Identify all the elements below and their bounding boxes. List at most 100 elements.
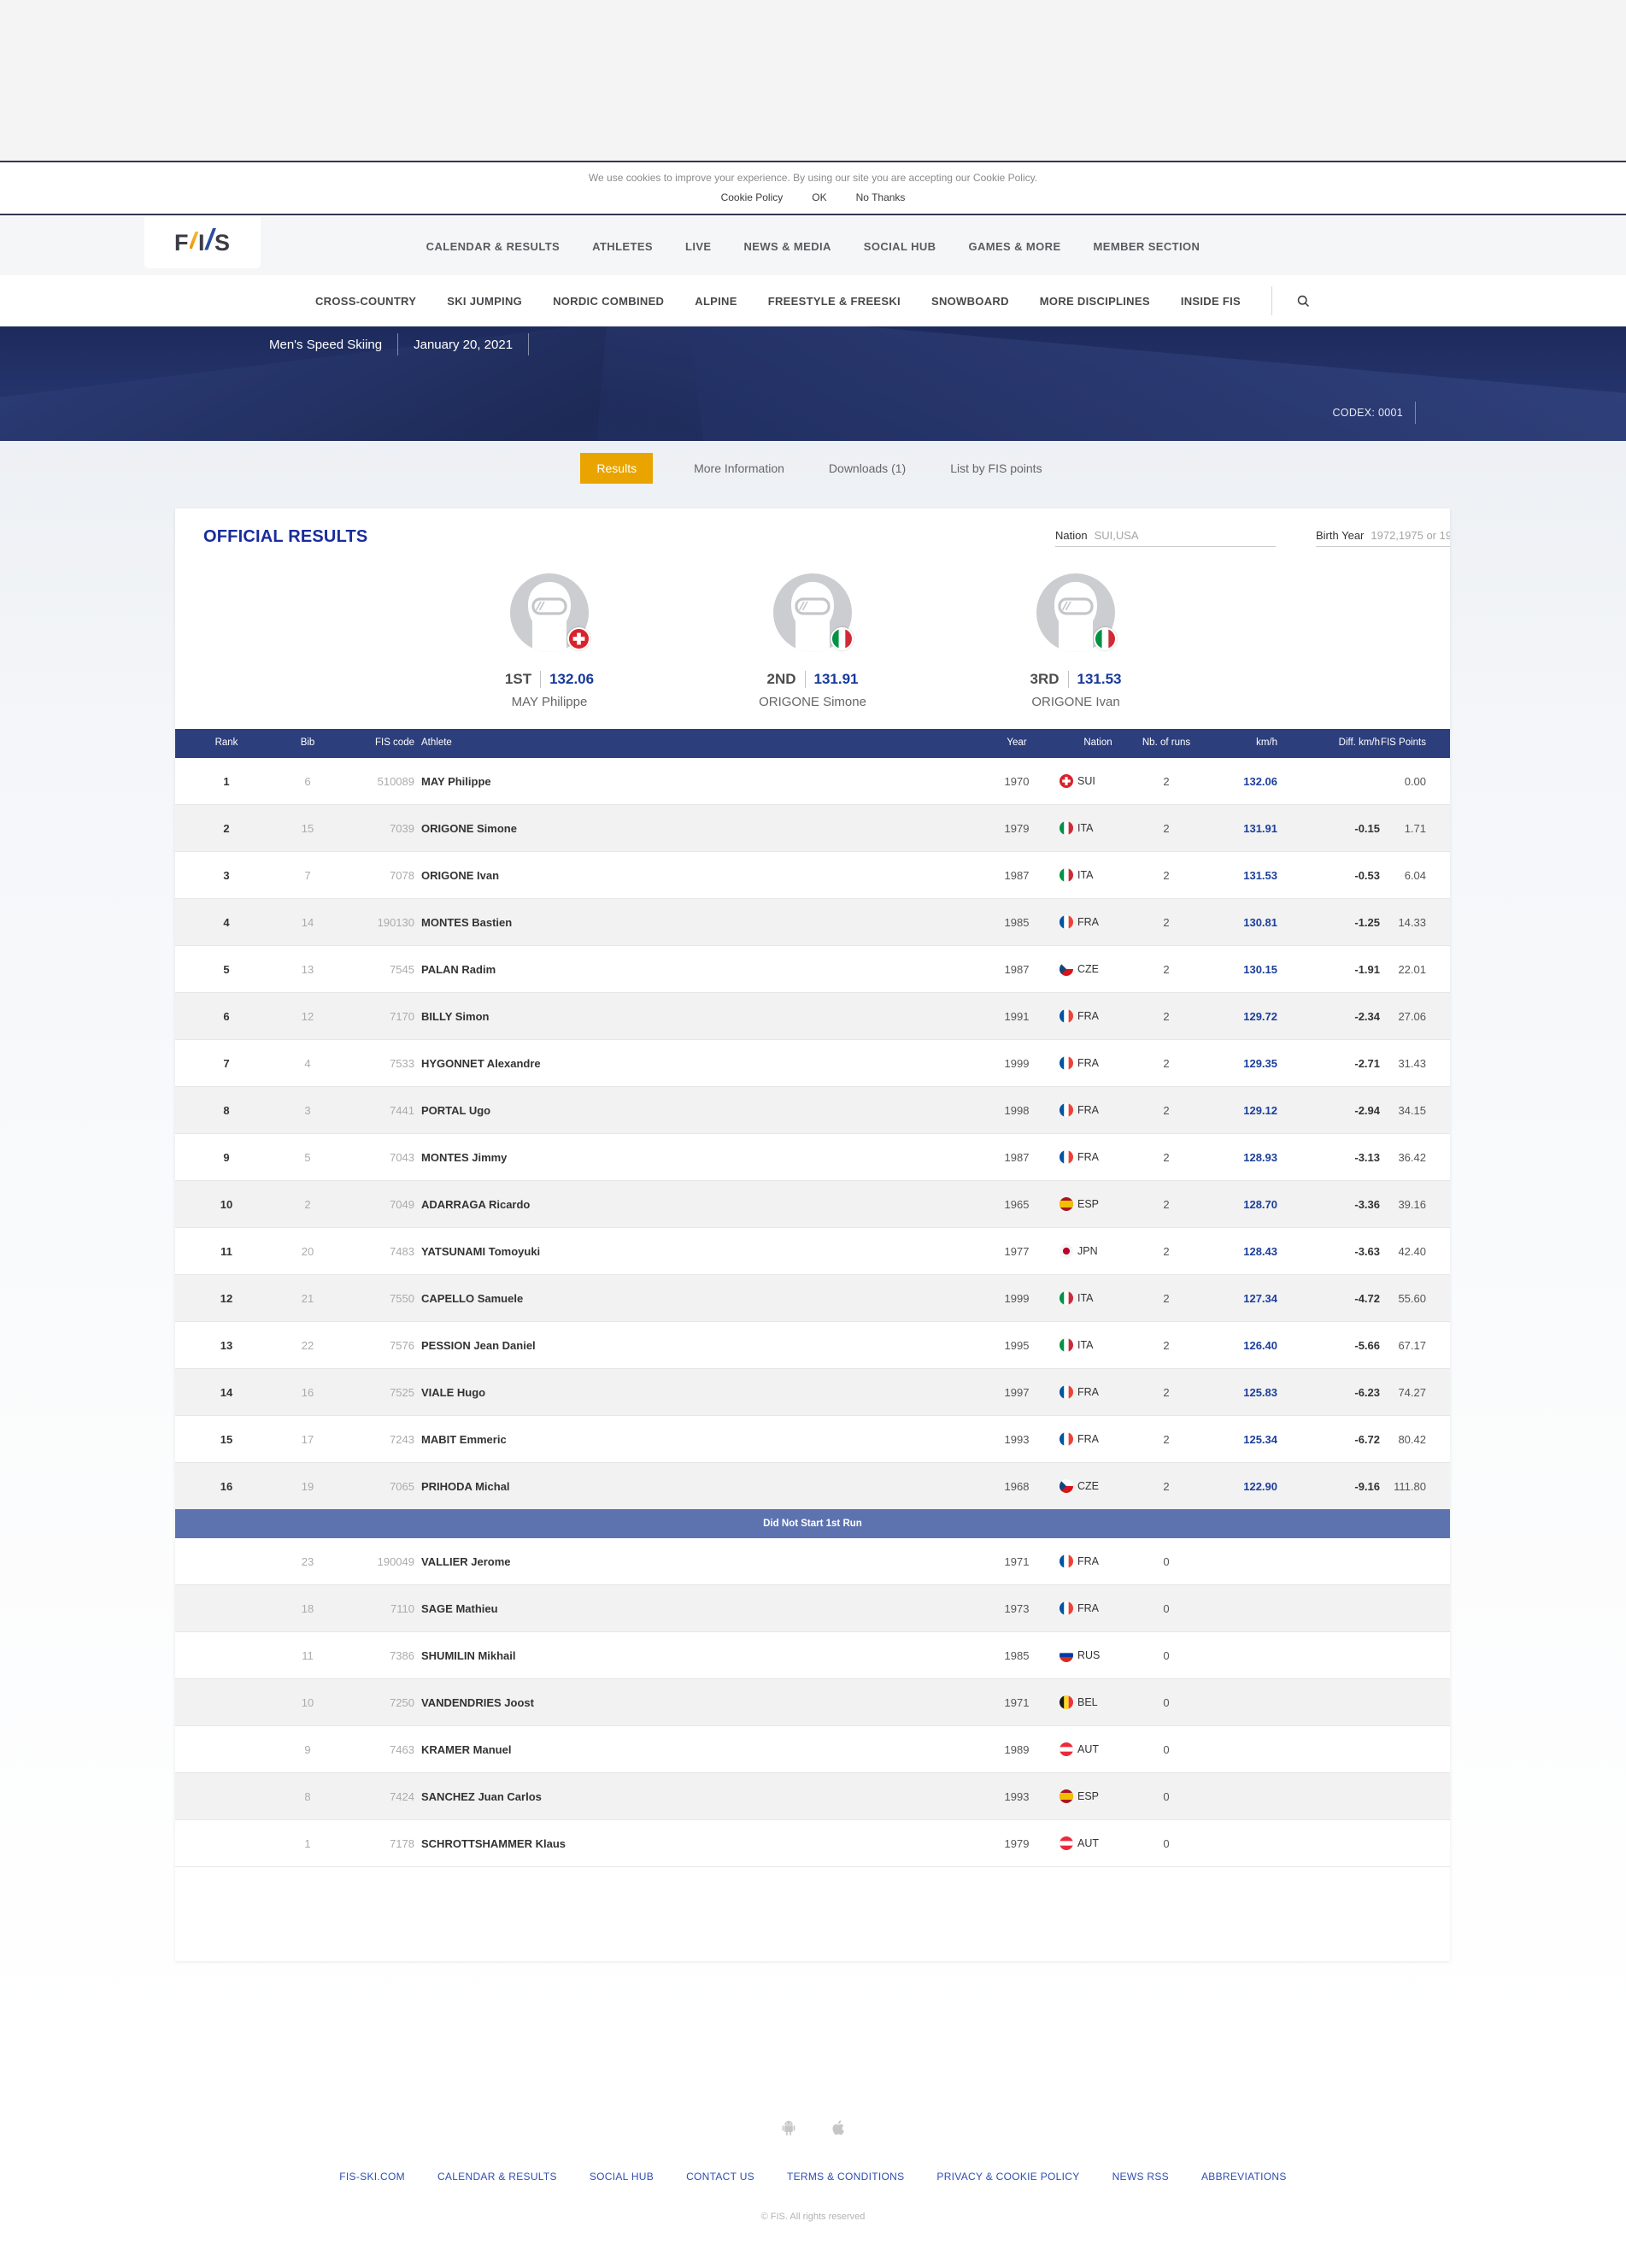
- nav-item-live[interactable]: LIVE: [685, 240, 712, 253]
- athlete-link[interactable]: SANCHEZ Juan Carlos: [414, 1790, 978, 1803]
- nav-item-athletes[interactable]: ATHLETES: [592, 240, 653, 253]
- footer-link-contact-us[interactable]: CONTACT US: [686, 2171, 754, 2183]
- flag-ita-icon: [1094, 627, 1117, 650]
- athlete-link[interactable]: ORIGONE Simone: [414, 822, 978, 835]
- cookie-link-ok[interactable]: OK: [812, 191, 826, 203]
- tab-results[interactable]: Results: [580, 453, 653, 484]
- subnav-item-alpine[interactable]: ALPINE: [695, 295, 737, 308]
- cookie-link-cookie-policy[interactable]: Cookie Policy: [721, 191, 784, 203]
- nation-code: ESP: [1077, 1790, 1099, 1802]
- nav-item-calendar-results[interactable]: CALENDAR & RESULTS: [426, 240, 560, 253]
- athlete-link[interactable]: ORIGONE Ivan: [414, 869, 978, 882]
- nation-code: CZE: [1077, 963, 1099, 975]
- athlete-link[interactable]: KRAMER Manuel: [414, 1743, 978, 1756]
- footer-link-social-hub[interactable]: SOCIAL HUB: [590, 2171, 654, 2183]
- cell-year: 1987: [978, 1151, 1055, 1164]
- nav-item-games-more[interactable]: GAMES & MORE: [968, 240, 1060, 253]
- nation-code: ITA: [1077, 1292, 1094, 1304]
- cell-fis-code: 510089: [338, 775, 414, 788]
- app-store-icons: [0, 2118, 1626, 2142]
- copyright: © FIS. All rights reserved: [0, 2212, 1626, 2222]
- breadcrumb-item-january-20-2021: January 20, 2021: [414, 338, 513, 352]
- flag-sui-icon: [567, 627, 590, 650]
- apple-icon[interactable]: [828, 2118, 848, 2142]
- subnav-item-freestyle-freeski[interactable]: FREESTYLE & FREESKI: [768, 295, 901, 308]
- cell-rank: 7: [175, 1057, 278, 1070]
- fis-logo[interactable]: F/I/S: [144, 217, 261, 268]
- athlete-link[interactable]: PESSION Jean Daniel: [414, 1339, 978, 1352]
- cell-fis-code: 7424: [338, 1790, 414, 1803]
- athlete-link[interactable]: SHUMILIN Mikhail: [414, 1649, 978, 1662]
- athlete-link[interactable]: VIALE Hugo: [414, 1386, 978, 1399]
- cell-fis-points: 0.00: [1380, 775, 1450, 788]
- nav-item-social-hub[interactable]: SOCIAL HUB: [864, 240, 936, 253]
- birth-year-filter-input[interactable]: [1371, 529, 1450, 542]
- cell-kmh: 125.34: [1192, 1433, 1286, 1446]
- table-row: 2157039ORIGONE Simone1979ITA2131.91-0.15…: [175, 805, 1450, 852]
- subnav-item-nordic-combined[interactable]: NORDIC COMBINED: [553, 295, 664, 308]
- athlete-link[interactable]: VALLIER Jerome: [414, 1555, 978, 1568]
- cell-nation: FRA: [1055, 1103, 1141, 1117]
- flag-esp-icon: [1060, 1197, 1073, 1211]
- cell-kmh: 129.12: [1192, 1104, 1286, 1117]
- cookie-link-no-thanks[interactable]: No Thanks: [856, 191, 906, 203]
- android-icon[interactable]: [778, 2118, 799, 2142]
- cell-fis-code: 7550: [338, 1292, 414, 1305]
- tab-more-information[interactable]: More Information: [690, 453, 788, 484]
- tab-downloads-1[interactable]: Downloads (1): [825, 453, 909, 484]
- cell-kmh: 130.81: [1192, 916, 1286, 929]
- podium-athlete-name[interactable]: MAY Philippe: [512, 695, 588, 709]
- tab-list-by-fis-points[interactable]: List by FIS points: [947, 453, 1045, 484]
- nav-item-news-media[interactable]: NEWS & MEDIA: [743, 240, 831, 253]
- subnav-item-cross-country[interactable]: CROSS-COUNTRY: [315, 295, 416, 308]
- cell-rank: 1: [175, 775, 278, 788]
- athlete-link[interactable]: ADARRAGA Ricardo: [414, 1198, 978, 1211]
- subnav-item-snowboard[interactable]: SNOWBOARD: [931, 295, 1009, 308]
- athlete-link[interactable]: PRIHODA Michal: [414, 1480, 978, 1493]
- nation-filter-input[interactable]: [1095, 529, 1276, 542]
- cell-fis-points: 74.27: [1380, 1386, 1450, 1399]
- podium: 1ST132.06MAY Philippe2ND131.91ORIGONE Si…: [175, 573, 1450, 709]
- athlete-link[interactable]: PALAN Radim: [414, 963, 978, 976]
- subnav-item-ski-jumping[interactable]: SKI JUMPING: [447, 295, 522, 308]
- nation-filter: Nation: [1055, 529, 1276, 547]
- athlete-link[interactable]: MABIT Emmeric: [414, 1433, 978, 1446]
- table-row: 747533HYGONNET Alexandre1999FRA2129.35-2…: [175, 1040, 1450, 1087]
- footer-link-privacy-cookie-policy[interactable]: PRIVACY & COOKIE POLICY: [936, 2171, 1079, 2183]
- cell-kmh: 128.93: [1192, 1151, 1286, 1164]
- athlete-link[interactable]: YATSUNAMI Tomoyuki: [414, 1245, 978, 1258]
- podium-athlete-name[interactable]: ORIGONE Ivan: [1031, 695, 1119, 709]
- footer-link-calendar-results[interactable]: CALENDAR & RESULTS: [437, 2171, 557, 2183]
- athlete-link[interactable]: SCHROTTSHAMMER Klaus: [414, 1837, 978, 1850]
- cell-rank: 3: [175, 869, 278, 882]
- footer-link-news-rss[interactable]: NEWS RSS: [1112, 2171, 1169, 2183]
- athlete-link[interactable]: BILLY Simon: [414, 1010, 978, 1023]
- nation-code: ITA: [1077, 869, 1094, 881]
- cell-bib: 6: [278, 775, 338, 788]
- athlete-link[interactable]: HYGONNET Alexandre: [414, 1057, 978, 1070]
- athlete-link[interactable]: MAY Philippe: [414, 775, 978, 788]
- cell-fis-code: 7250: [338, 1696, 414, 1709]
- athlete-link[interactable]: PORTAL Ugo: [414, 1104, 978, 1117]
- subnav-item-more-disciplines[interactable]: MORE DISCIPLINES: [1040, 295, 1150, 308]
- athlete-link[interactable]: MONTES Jimmy: [414, 1151, 978, 1164]
- search-button[interactable]: [1271, 286, 1311, 315]
- cell-bib: 7: [278, 869, 338, 882]
- cell-nation: ITA: [1055, 821, 1141, 835]
- footer-link-terms-conditions[interactable]: TERMS & CONDITIONS: [787, 2171, 904, 2183]
- athlete-link[interactable]: SAGE Mathieu: [414, 1602, 978, 1615]
- cell-fis-points: 31.43: [1380, 1057, 1450, 1070]
- cell-bib: 18: [278, 1602, 338, 1615]
- athlete-link[interactable]: VANDENDRIES Joost: [414, 1696, 978, 1709]
- podium-avatar: [510, 573, 589, 652]
- breadcrumb-divider: [397, 333, 398, 355]
- footer-link-abbreviations[interactable]: ABBREVIATIONS: [1201, 2171, 1287, 2183]
- footer-link-fis-ski-com[interactable]: FIS-SKI.COM: [339, 2171, 405, 2183]
- nav-item-member-section[interactable]: MEMBER SECTION: [1094, 240, 1200, 253]
- subnav-item-inside-fis[interactable]: INSIDE FIS: [1181, 295, 1241, 308]
- top-spacer-band: [0, 0, 1626, 162]
- podium-athlete-name[interactable]: ORIGONE Simone: [759, 695, 866, 709]
- athlete-link[interactable]: MONTES Bastien: [414, 916, 978, 929]
- table-row: 1027049ADARRAGA Ricardo1965ESP2128.70-3.…: [175, 1181, 1450, 1228]
- athlete-link[interactable]: CAPELLO Samuele: [414, 1292, 978, 1305]
